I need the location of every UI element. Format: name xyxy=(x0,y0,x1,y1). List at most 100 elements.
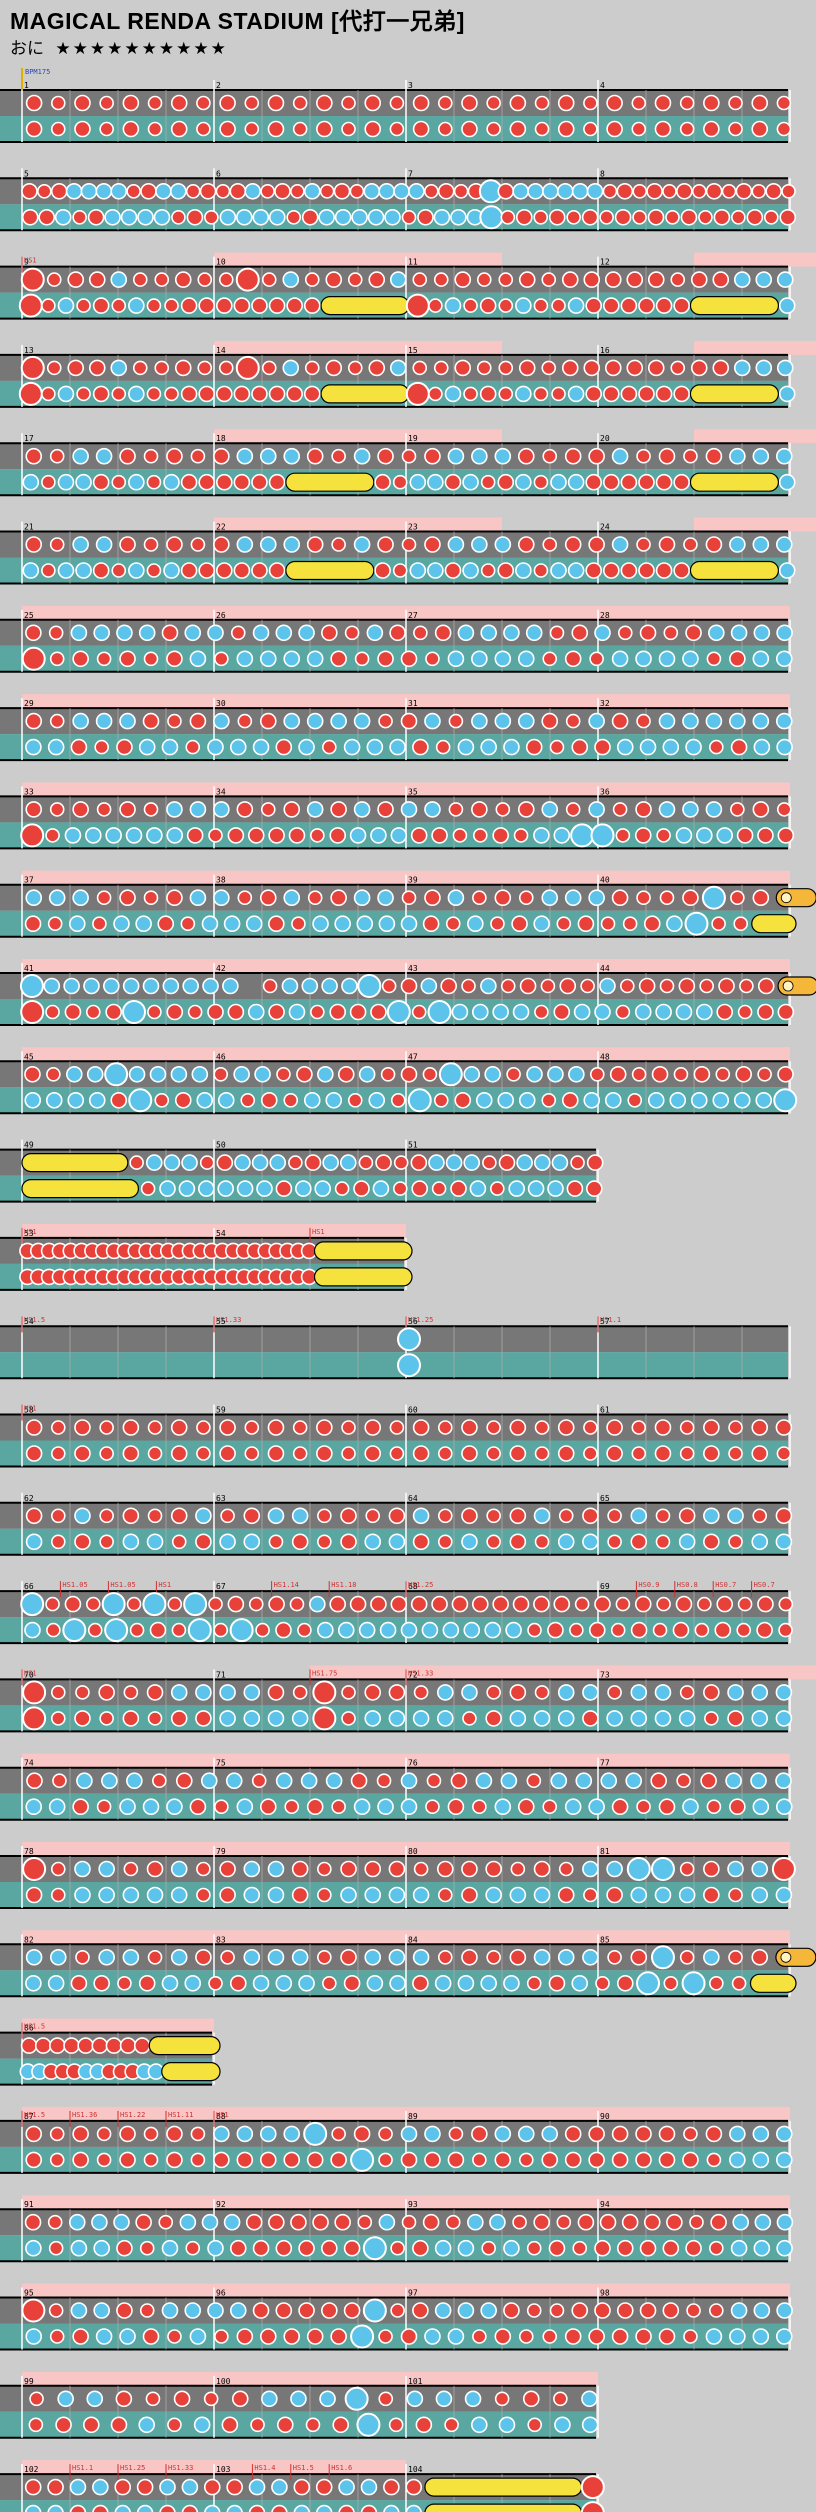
don-note xyxy=(248,1596,264,1612)
don-note xyxy=(626,271,644,288)
don-note xyxy=(117,1976,132,1991)
don-note xyxy=(549,625,565,641)
ka-note xyxy=(554,2416,571,2434)
don-note xyxy=(509,1419,527,1436)
ka-note xyxy=(243,1533,261,1551)
don-note xyxy=(260,1092,278,1109)
don-note xyxy=(400,1066,418,1083)
don-note xyxy=(479,297,497,314)
don-note xyxy=(132,272,148,287)
don-note xyxy=(490,916,505,932)
don-note xyxy=(607,1534,622,1550)
ka-note xyxy=(243,1949,261,1966)
don-note xyxy=(334,1181,350,1196)
don-note xyxy=(675,1595,693,1613)
ka-note xyxy=(388,1533,406,1551)
ka-note xyxy=(222,977,239,995)
don-note xyxy=(412,1975,429,1992)
don-note xyxy=(25,2151,43,2169)
don-note xyxy=(341,1446,356,1461)
ka-note xyxy=(57,562,75,579)
big-ka-note xyxy=(128,1088,153,1113)
don-note xyxy=(247,827,265,844)
don-note xyxy=(736,827,754,844)
ka-note xyxy=(57,297,75,314)
ka-note xyxy=(95,2328,113,2345)
don-note xyxy=(276,1067,291,1082)
measure-number: 96 xyxy=(216,2289,226,2298)
measure-number: 95 xyxy=(24,2289,34,2298)
don-note xyxy=(635,2328,652,2345)
ka-note xyxy=(229,2302,247,2319)
ka-note xyxy=(669,1092,687,1109)
don-note xyxy=(136,2478,154,2496)
don-note xyxy=(315,2478,333,2496)
ka-note xyxy=(462,473,479,491)
measure-number: 31 xyxy=(408,699,418,708)
don-note xyxy=(196,121,211,137)
don-note xyxy=(638,297,655,314)
don-note xyxy=(752,1508,768,1524)
ka-note xyxy=(166,1798,183,1815)
don-note xyxy=(341,121,356,137)
don-note xyxy=(26,1772,43,1789)
ka-note xyxy=(181,2478,199,2496)
scroll-change-label: HS0.8 xyxy=(677,1581,698,1589)
ka-note xyxy=(444,385,462,403)
ka-note xyxy=(505,1621,522,1639)
don-note xyxy=(374,562,391,579)
don-note xyxy=(751,184,767,199)
don-note xyxy=(410,1154,428,1171)
don-note xyxy=(325,271,343,288)
don-note xyxy=(401,210,417,225)
don-note xyxy=(437,1534,453,1550)
don-note xyxy=(166,2151,183,2169)
don-note xyxy=(389,121,405,137)
don-note xyxy=(99,1420,114,1435)
don-note xyxy=(50,1420,66,1435)
don-note xyxy=(705,536,723,553)
gogo-highlight xyxy=(22,2018,214,2033)
don-note xyxy=(632,184,648,199)
big-don-note xyxy=(235,355,260,380)
don-note xyxy=(670,272,686,287)
ka-note xyxy=(716,827,734,844)
don-note xyxy=(393,1155,409,1170)
ka-note xyxy=(480,977,497,995)
ka-note xyxy=(516,1154,533,1171)
don-note xyxy=(321,2239,338,2257)
don-note xyxy=(602,385,620,403)
ka-note xyxy=(564,1798,582,1815)
don-note xyxy=(413,1861,429,1877)
don-note xyxy=(542,651,558,667)
ka-note xyxy=(703,1507,720,1525)
don-note xyxy=(92,562,110,579)
don-note xyxy=(631,1420,647,1435)
balloon-counter-mark xyxy=(780,892,792,904)
don-note xyxy=(486,95,501,111)
don-note xyxy=(166,1003,184,1021)
ka-note xyxy=(463,1154,481,1171)
ka-note xyxy=(259,536,277,553)
don-note xyxy=(24,2213,42,2231)
don-note xyxy=(275,1621,292,1639)
ka-note xyxy=(515,473,532,491)
don-note xyxy=(431,827,448,844)
don-note xyxy=(219,1445,236,1462)
ka-note xyxy=(729,447,746,465)
don-note xyxy=(541,360,557,376)
ka-note xyxy=(533,827,550,844)
ka-note xyxy=(68,915,86,933)
ka-note xyxy=(163,562,180,579)
ka-note xyxy=(400,1798,418,1815)
don-note xyxy=(119,447,136,465)
don-note xyxy=(405,2478,423,2496)
ka-note xyxy=(515,562,532,579)
don-note xyxy=(541,272,557,287)
ka-note xyxy=(137,209,154,226)
don-note xyxy=(390,2240,405,2256)
don-note xyxy=(703,120,720,138)
don-note xyxy=(733,916,749,932)
ka-note xyxy=(433,209,451,226)
don-note xyxy=(389,95,405,111)
